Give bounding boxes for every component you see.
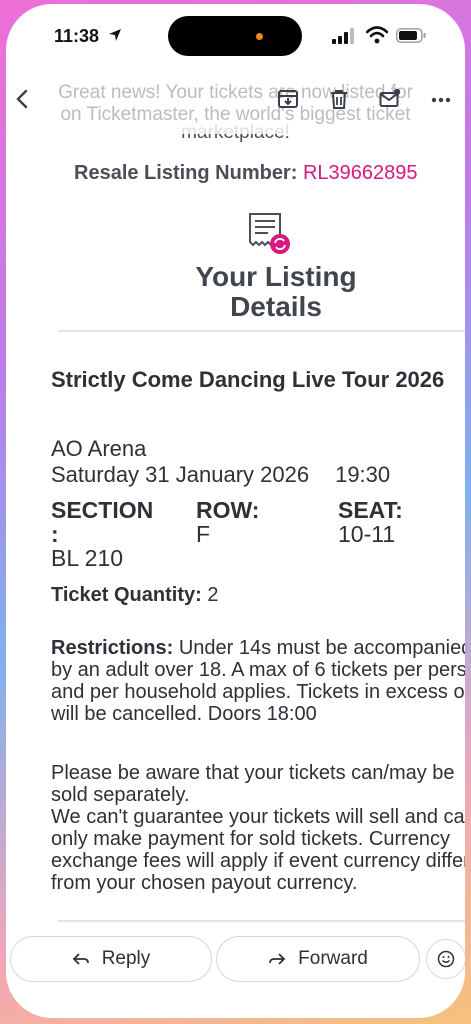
mail-unread-icon[interactable] xyxy=(379,88,401,110)
trash-icon[interactable] xyxy=(328,88,350,110)
quantity-value: 2 xyxy=(207,584,219,606)
seat-info: SEAT: 10-11 xyxy=(338,498,403,546)
phone-screen: 11:38 Great news! Your tickets are now l… xyxy=(6,4,465,1018)
listing-title-line2: Details xyxy=(230,291,322,322)
restrictions: Restrictions: Under 14s must be accompan… xyxy=(51,637,465,725)
forward-label: Forward xyxy=(298,948,368,969)
wifi-icon xyxy=(366,26,388,44)
resale-label: Resale Listing Number: xyxy=(74,162,298,184)
section-value: BL 210 xyxy=(51,545,124,571)
listing-title: Your Listing Details xyxy=(156,262,396,322)
seat-label: SEAT: xyxy=(338,497,403,523)
aware-text: Please be aware that your tickets can/ma… xyxy=(51,762,455,806)
back-icon[interactable] xyxy=(12,88,34,110)
reply-button[interactable]: Reply xyxy=(10,936,212,982)
mail-toolbar: Great news! Your tickets are now listed … xyxy=(6,66,465,134)
divider xyxy=(58,330,465,332)
venue: AO Arena xyxy=(51,436,147,461)
dynamic-island xyxy=(168,16,302,56)
section-info: SECTION : BL 210 xyxy=(51,498,153,570)
event-date: Saturday 31 January 2026 xyxy=(51,462,310,487)
forward-button[interactable]: Forward xyxy=(216,936,420,982)
archive-icon[interactable] xyxy=(277,88,299,110)
resale-listing-number: Resale Listing Number: RL39662895 xyxy=(74,162,418,185)
restrictions-label: Restrictions: xyxy=(51,637,174,659)
forward-icon xyxy=(269,953,286,965)
ticket-quantity: Ticket Quantity: 2 xyxy=(51,584,218,607)
row-label: ROW: xyxy=(196,497,260,523)
reply-label: Reply xyxy=(101,948,151,969)
status-time: 11:38 xyxy=(54,26,100,46)
emoji-icon xyxy=(437,950,455,968)
divider-bottom xyxy=(58,920,465,922)
event-datetime: Saturday 31 January 2026 19:30 xyxy=(51,462,390,488)
row-value: F xyxy=(196,521,211,547)
guarantee-text: We can't guarantee your tickets will sel… xyxy=(51,806,465,894)
seat-value: 10-11 xyxy=(338,521,396,547)
emoji-reaction-button[interactable] xyxy=(426,939,465,979)
resale-number-link[interactable]: RL39662895 xyxy=(303,162,418,184)
status-bar: 11:38 xyxy=(6,4,465,66)
battery-icon xyxy=(396,28,426,43)
section-colon: : xyxy=(51,521,59,547)
recording-indicator xyxy=(256,33,263,40)
listing-receipt-icon xyxy=(249,213,290,254)
reply-icon xyxy=(72,953,89,965)
event-name: Strictly Come Dancing Live Tour 2026 xyxy=(51,367,445,392)
quantity-label: Ticket Quantity: xyxy=(51,584,202,606)
more-icon[interactable] xyxy=(430,88,452,110)
event-time: 19:30 xyxy=(335,462,391,487)
listing-title-line1: Your Listing xyxy=(195,261,357,292)
sale-notice: Please be aware that your tickets can/ma… xyxy=(51,762,465,894)
row-info: ROW: F xyxy=(196,498,259,546)
section-label: SECTION xyxy=(51,497,154,523)
location-arrow-icon xyxy=(109,29,121,41)
signal-icon xyxy=(332,28,354,44)
